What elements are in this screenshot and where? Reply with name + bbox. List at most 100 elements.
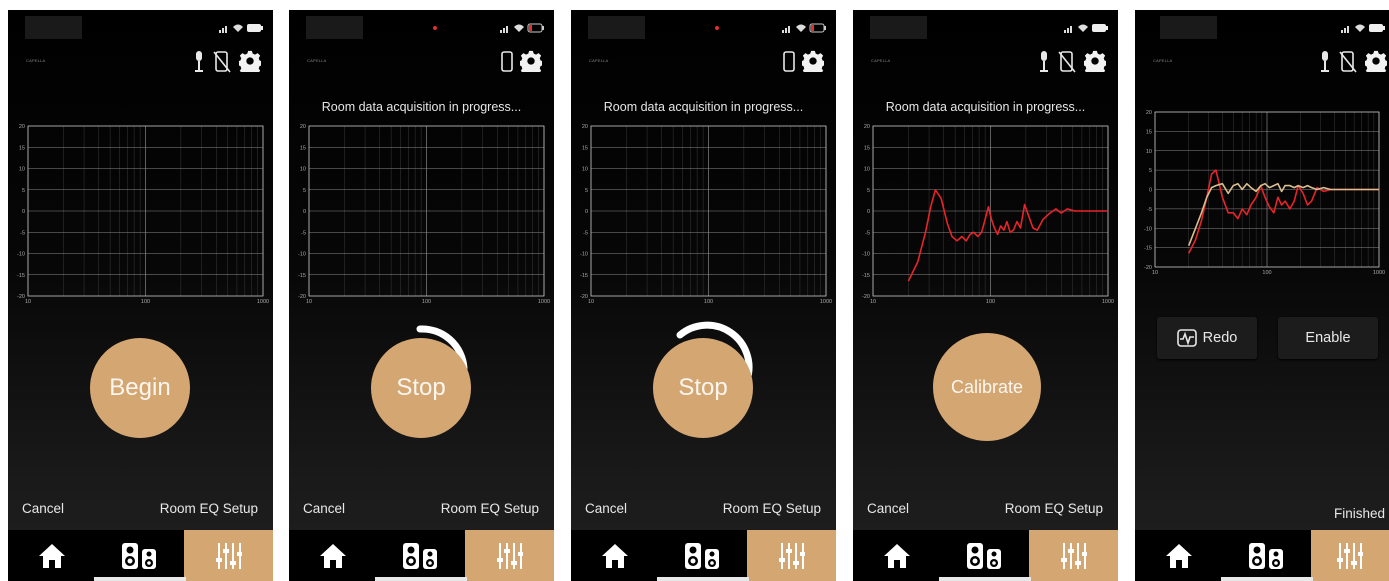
tab-equalizer[interactable] <box>184 530 273 581</box>
chart-y-tick-label: -5 <box>583 230 588 236</box>
top-icons <box>500 50 544 76</box>
chart-y-tick-label: 10 <box>1146 149 1152 155</box>
stop-button[interactable]: Stop <box>371 338 471 438</box>
chart-y-tick-label: -15 <box>17 273 25 279</box>
equalizer-icon <box>1060 542 1087 569</box>
tab-bar <box>571 530 836 581</box>
redo-label: Redo <box>1202 330 1238 346</box>
chart-y-tick-label: -10 <box>17 252 25 258</box>
chart-x-tick-label: 100 <box>1262 270 1271 276</box>
phone-off-icon[interactable] <box>1058 50 1076 74</box>
tab-speakers[interactable] <box>1223 530 1311 581</box>
home-indicator <box>657 577 749 581</box>
screen-begin: CAPELLA 10 100 1000 20 15 10 5 0 -5 -10 -15 -20 Beg… <box>8 10 273 581</box>
chart-y-tick-label: 5 <box>303 188 306 194</box>
chart-x-tick-label: 10 <box>25 299 31 305</box>
phone-icon[interactable] <box>500 50 514 74</box>
phone-off-icon[interactable] <box>1339 50 1357 74</box>
chart-x-tick-label: 1000 <box>538 299 550 305</box>
tab-home[interactable] <box>8 530 96 581</box>
brand-label: CAPELLA <box>871 58 891 63</box>
tab-speakers[interactable] <box>941 530 1029 581</box>
cancel-button[interactable]: Cancel <box>22 501 64 516</box>
home-icon <box>320 543 346 568</box>
frequency-chart: 10 100 1000 20 15 10 5 0 -5 -10 -15 -20 <box>17 124 269 305</box>
chart-x-tick-label: 1000 <box>257 299 269 305</box>
status-bar-block <box>306 16 363 39</box>
cancel-button[interactable]: Cancel <box>303 501 345 516</box>
chart-y-tick-label: -20 <box>862 294 870 300</box>
chart-y-tick-label: -15 <box>580 273 588 279</box>
tab-home[interactable] <box>853 530 941 581</box>
brand-label: CAPELLA <box>1153 58 1173 63</box>
frequency-chart: 10 100 1000 20 15 10 5 0 -5 -10 -15 -20 <box>298 124 550 305</box>
chart-y-tick-label: -20 <box>580 294 588 300</box>
tab-home[interactable] <box>571 530 659 581</box>
status-icons <box>782 23 826 33</box>
chart-y-tick-label: -20 <box>1144 265 1152 271</box>
chart-series-line-0 <box>1187 169 1379 254</box>
tab-equalizer[interactable] <box>465 530 554 581</box>
stop-button[interactable]: Stop <box>653 338 753 438</box>
gear-icon[interactable] <box>239 50 261 72</box>
tab-speakers[interactable] <box>659 530 747 581</box>
status-bar-block <box>25 16 82 39</box>
chart-y-tick-label: 20 <box>300 124 306 130</box>
chart-x-tick-label: 100 <box>422 299 431 305</box>
tab-speakers[interactable] <box>377 530 465 581</box>
status-bar-block <box>588 16 645 39</box>
chart-series-line-0 <box>907 189 1108 282</box>
home-indicator <box>1221 577 1313 581</box>
chart-y-tick-label: -15 <box>298 273 306 279</box>
phone-off-icon[interactable] <box>213 50 231 74</box>
room-eq-setup-title: Room EQ Setup <box>722 501 821 516</box>
gear-icon[interactable] <box>1365 50 1387 72</box>
tab-bar <box>289 530 554 581</box>
tab-home[interactable] <box>289 530 377 581</box>
screen-acquiring-1: CAPELLA Room data acquisition in progres… <box>289 10 554 581</box>
cancel-button[interactable]: Cancel <box>867 501 909 516</box>
gear-icon[interactable] <box>1084 50 1106 72</box>
microphone-icon[interactable] <box>1038 50 1050 74</box>
redo-button[interactable]: Redo <box>1157 317 1257 359</box>
chart-y-tick-label: 0 <box>585 209 588 215</box>
gear-icon[interactable] <box>802 50 824 72</box>
chart-y-tick-label: -5 <box>1147 207 1152 213</box>
calibrate-button[interactable]: Calibrate <box>933 333 1041 441</box>
chart-x-tick-label: 1000 <box>1373 270 1385 276</box>
chart-x-tick-label: 10 <box>306 299 312 305</box>
chart-y-tick-label: 20 <box>864 124 870 130</box>
chart-y-tick-label: 15 <box>1146 129 1152 135</box>
chart-y-tick-label: 20 <box>1146 110 1152 116</box>
microphone-icon[interactable] <box>193 50 205 74</box>
chart-y-tick-label: 10 <box>864 167 870 173</box>
chart-x-tick-label: 1000 <box>1102 299 1114 305</box>
chart-y-tick-label: 10 <box>300 167 306 173</box>
speakers-icon <box>122 542 156 569</box>
top-icons <box>1319 50 1389 76</box>
chart-y-tick-label: 0 <box>22 209 25 215</box>
tab-home[interactable] <box>1135 530 1223 581</box>
equalizer-icon <box>215 542 242 569</box>
begin-button[interactable]: Begin <box>90 338 190 438</box>
top-icons <box>193 50 263 76</box>
tab-equalizer[interactable] <box>747 530 836 581</box>
home-icon <box>1166 543 1192 568</box>
enable-button[interactable]: Enable <box>1278 317 1378 359</box>
tab-equalizer[interactable] <box>1029 530 1118 581</box>
phone-icon[interactable] <box>782 50 796 74</box>
recording-dot <box>433 26 437 30</box>
gear-icon[interactable] <box>520 50 542 72</box>
chart-y-tick-label: -15 <box>1144 246 1152 252</box>
cancel-button[interactable]: Cancel <box>585 501 627 516</box>
microphone-icon[interactable] <box>1319 50 1331 74</box>
home-indicator <box>94 577 186 581</box>
chart-y-tick-label: -15 <box>862 273 870 279</box>
equalizer-icon <box>778 542 805 569</box>
status-icons <box>1341 24 1385 33</box>
tab-equalizer[interactable] <box>1311 530 1389 581</box>
chart-x-tick-label: 10 <box>1152 270 1158 276</box>
tab-speakers[interactable] <box>96 530 184 581</box>
finished-title: Finished <box>1333 506 1385 521</box>
top-icons <box>782 50 826 76</box>
